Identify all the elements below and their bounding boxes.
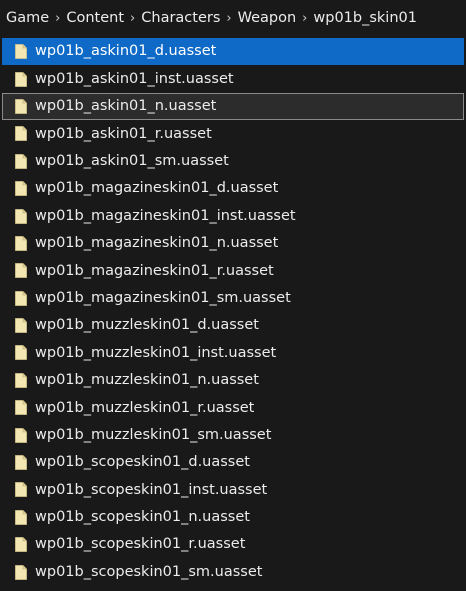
file-name: wp01b_askin01_n.uasset xyxy=(35,98,217,115)
file-icon xyxy=(15,126,27,142)
breadcrumb-separator: › xyxy=(130,10,136,26)
breadcrumb-item-content[interactable]: Content xyxy=(66,10,124,26)
file-icon xyxy=(15,482,27,498)
file-icon xyxy=(15,564,27,580)
breadcrumb-item-current-folder[interactable]: wp01b_skin01 xyxy=(313,10,417,26)
file-icon xyxy=(15,509,27,525)
file-name: wp01b_magazineskin01_sm.uasset xyxy=(35,289,291,306)
breadcrumb-item-game[interactable]: Game xyxy=(6,10,49,26)
file-list: wp01b_askin01_d.uasset wp01b_askin01_inst… xyxy=(0,38,466,586)
file-icon xyxy=(15,290,27,306)
file-list-item[interactable]: wp01b_scopeskin01_r.uasset xyxy=(0,531,466,558)
file-list-item[interactable]: wp01b_magazineskin01_d.uasset xyxy=(0,175,466,202)
file-name: wp01b_scopeskin01_inst.uasset xyxy=(35,481,268,498)
file-icon xyxy=(15,372,27,388)
file-list-item[interactable]: wp01b_askin01_n.uasset xyxy=(2,92,464,121)
file-list-item[interactable]: wp01b_muzzleskin01_n.uasset xyxy=(0,367,466,394)
file-list-item[interactable]: wp01b_askin01_r.uasset xyxy=(0,120,466,147)
file-icon xyxy=(15,153,27,169)
file-icon xyxy=(15,455,27,470)
file-icon xyxy=(15,236,27,251)
file-name: wp01b_muzzleskin01_d.uasset xyxy=(35,317,259,334)
file-list-item[interactable]: wp01b_scopeskin01_d.uasset xyxy=(0,449,466,476)
file-icon xyxy=(15,71,27,87)
breadcrumb-separator: › xyxy=(302,10,308,26)
file-icon xyxy=(15,181,27,197)
file-list-item[interactable]: wp01b_askin01_d.uasset xyxy=(2,38,464,66)
file-list-item[interactable]: wp01b_askin01_inst.uasset xyxy=(0,65,466,92)
file-icon xyxy=(15,400,27,416)
file-icon xyxy=(15,537,27,553)
file-list-item[interactable]: wp01b_muzzleskin01_inst.uasset xyxy=(0,339,466,366)
file-name: wp01b_askin01_r.uasset xyxy=(35,125,212,142)
file-name: wp01b_muzzleskin01_r.uasset xyxy=(35,399,255,416)
file-name: wp01b_magazineskin01_d.uasset xyxy=(35,180,279,197)
file-name: wp01b_askin01_inst.uasset xyxy=(35,70,234,87)
file-name: wp01b_magazineskin01_r.uasset xyxy=(35,262,274,279)
file-list-item[interactable]: wp01b_scopeskin01_sm.uasset xyxy=(0,558,466,585)
file-name: wp01b_scopeskin01_sm.uasset xyxy=(35,563,263,580)
file-name: wp01b_magazineskin01_n.uasset xyxy=(35,235,279,252)
file-list-item[interactable]: wp01b_scopeskin01_n.uasset xyxy=(0,504,466,531)
file-name: wp01b_askin01_sm.uasset xyxy=(35,153,229,169)
file-icon xyxy=(15,99,27,114)
breadcrumb-separator: › xyxy=(55,10,61,26)
file-list-item[interactable]: wp01b_magazineskin01_sm.uasset xyxy=(0,285,466,312)
file-icon xyxy=(15,318,27,333)
file-list-item[interactable]: wp01b_magazineskin01_inst.uasset xyxy=(0,202,466,229)
file-list-item[interactable]: wp01b_muzzleskin01_sm.uasset xyxy=(0,421,466,448)
file-icon xyxy=(15,427,27,443)
file-name: wp01b_scopeskin01_r.uasset xyxy=(35,536,246,553)
file-name: wp01b_scopeskin01_n.uasset xyxy=(35,509,250,526)
file-list-item[interactable]: wp01b_muzzleskin01_d.uasset xyxy=(0,312,466,339)
file-name: wp01b_magazineskin01_inst.uasset xyxy=(35,207,296,224)
file-list-item[interactable]: wp01b_scopeskin01_inst.uasset xyxy=(0,476,466,503)
file-name: wp01b_scopeskin01_d.uasset xyxy=(35,454,250,471)
file-name: wp01b_muzzleskin01_n.uasset xyxy=(35,372,259,389)
file-icon xyxy=(15,345,27,361)
file-name: wp01b_muzzleskin01_sm.uasset xyxy=(35,426,272,443)
file-icon xyxy=(15,44,27,60)
breadcrumb: Game › Content › Characters › Weapon › w… xyxy=(0,0,466,36)
file-list-item[interactable]: wp01b_magazineskin01_n.uasset xyxy=(0,230,466,257)
file-icon xyxy=(15,208,27,224)
breadcrumb-item-weapon[interactable]: Weapon xyxy=(238,10,297,26)
file-name: wp01b_muzzleskin01_inst.uasset xyxy=(35,344,277,361)
file-name: wp01b_askin01_d.uasset xyxy=(35,43,217,60)
file-icon xyxy=(15,263,27,279)
breadcrumb-item-characters[interactable]: Characters xyxy=(141,10,220,26)
file-list-item[interactable]: wp01b_muzzleskin01_r.uasset xyxy=(0,394,466,421)
breadcrumb-separator: › xyxy=(226,10,232,26)
file-list-item[interactable]: wp01b_magazineskin01_r.uasset xyxy=(0,257,466,284)
file-list-item[interactable]: wp01b_askin01_sm.uasset xyxy=(0,148,466,175)
